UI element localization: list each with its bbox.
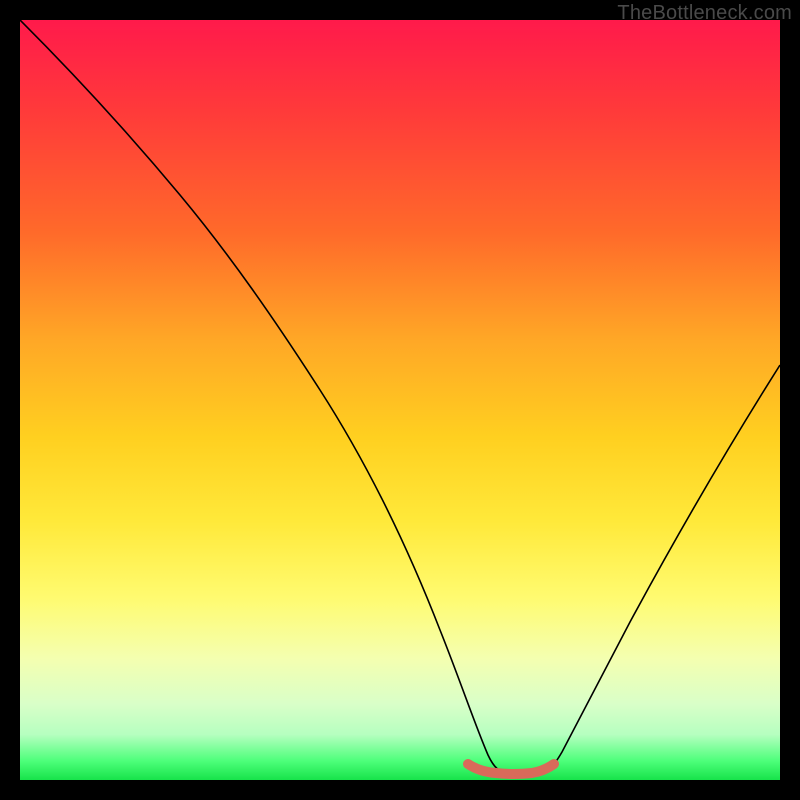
watermark-text: TheBottleneck.com [617, 2, 792, 25]
curve-layer [20, 20, 780, 780]
bottleneck-curve [20, 20, 780, 774]
plot-area [20, 20, 780, 780]
flat-highlight [468, 764, 554, 774]
chart-stage: TheBottleneck.com [0, 0, 800, 800]
